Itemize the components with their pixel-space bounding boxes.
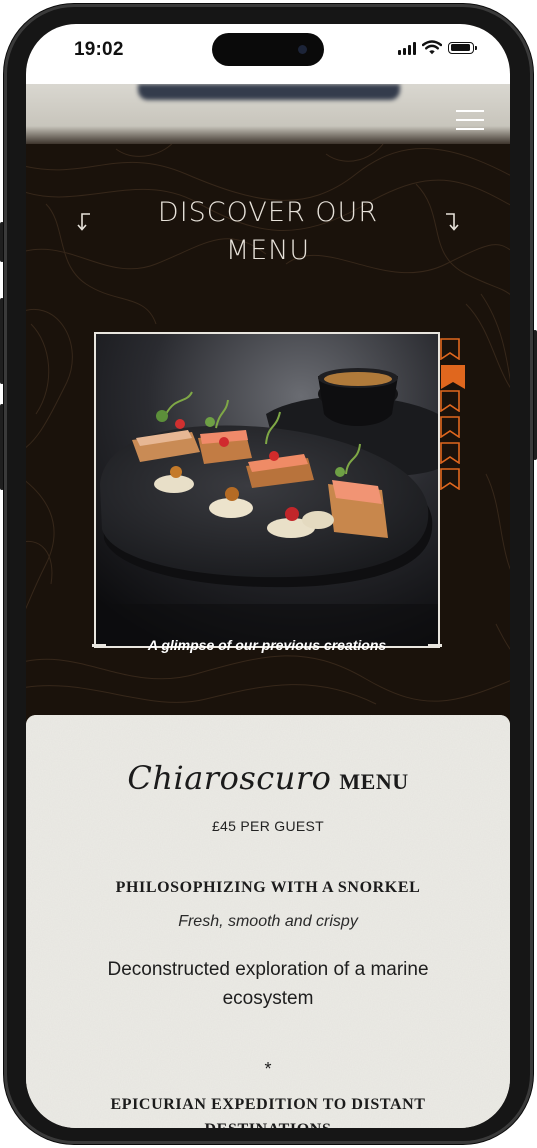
wifi-icon	[422, 40, 442, 55]
dynamic-island	[212, 33, 324, 66]
course-divider: *	[264, 1059, 272, 1079]
bookmark-icon	[440, 338, 460, 360]
course-description-1: Deconstructed exploration of a marine ec…	[107, 959, 429, 1009]
menu-title-word: MENU	[339, 769, 409, 794]
header-logo-bar	[138, 84, 400, 100]
phone-screen: 19:02 DISCOVER OUR MENU A glimpse of our…	[26, 24, 510, 1128]
slide-marker-1[interactable]	[440, 338, 460, 360]
menu-title: Chiaroscuro MENU	[26, 759, 510, 797]
bookmark-icon	[440, 442, 460, 464]
course-title-2: EPICURIAN EXPEDITION TO DISTANT DESTINAT…	[110, 1096, 426, 1128]
course-title-1: PHILOSOPHIZING WITH A SNORKEL	[115, 879, 421, 896]
food-plate-image	[96, 334, 438, 646]
gallery-photo[interactable]	[94, 332, 440, 648]
slide-marker-5[interactable]	[440, 442, 460, 464]
arrow-down-right-icon	[446, 213, 459, 231]
course-subtitle-1: Fresh, smooth and crispy	[178, 913, 358, 930]
bookmark-icon	[441, 365, 465, 389]
hamburger-icon[interactable]	[456, 110, 484, 132]
bookmark-icon	[440, 416, 460, 438]
status-bar: 19:02	[26, 24, 510, 84]
slide-marker-2-active[interactable]	[440, 364, 465, 389]
bookmark-icon	[440, 468, 460, 490]
discover-title-line2: MENU	[225, 235, 311, 266]
discover-section: DISCOVER OUR MENU A glimpse of our previ…	[26, 144, 510, 715]
cellular-signal-icon	[398, 41, 416, 55]
status-time: 19:02	[74, 39, 124, 60]
front-camera	[298, 45, 307, 54]
menu-card: Chiaroscuro MENU £45 PER GUEST PHILOSOPHI…	[26, 715, 510, 1128]
bookmark-icon	[440, 390, 460, 412]
slide-marker-6[interactable]	[440, 468, 460, 490]
discover-title: DISCOVER OUR MENU	[26, 194, 510, 270]
menu-script-title: Chiaroscuro	[127, 759, 332, 797]
gallery-slide-markers	[440, 338, 466, 494]
power-button	[533, 330, 537, 460]
site-header	[26, 84, 510, 144]
menu-price: £45 PER GUEST	[211, 818, 325, 834]
discover-title-line1: DISCOVER OUR	[157, 197, 379, 228]
gallery-caption: A glimpse of our previous creations	[147, 637, 387, 653]
status-icons	[398, 40, 477, 55]
slide-marker-3[interactable]	[440, 390, 460, 412]
battery-icon	[448, 41, 477, 54]
slide-marker-4[interactable]	[440, 416, 460, 438]
